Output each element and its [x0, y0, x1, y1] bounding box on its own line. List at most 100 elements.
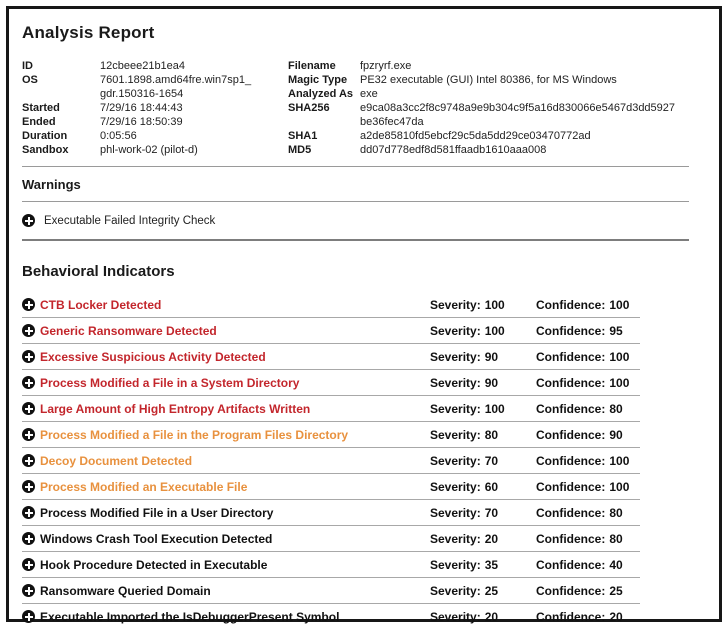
metadata-label: OS [22, 73, 100, 101]
confidence-value: 80 [609, 532, 622, 546]
expand-plus-icon[interactable] [22, 376, 35, 389]
confidence-metric: Confidence:100 [536, 350, 640, 364]
metadata-label: SHA1 [288, 129, 360, 143]
severity-value: 70 [485, 454, 498, 468]
indicator-row[interactable]: Process Modified a File in the Program F… [22, 422, 640, 448]
indicator-label: Process Modified File in a User Director… [40, 506, 273, 520]
indicator-row-left: Decoy Document Detected [22, 454, 430, 468]
severity-value: 90 [485, 376, 498, 390]
indicator-label: Ransomware Queried Domain [40, 584, 211, 598]
expand-plus-icon[interactable] [22, 558, 35, 571]
metadata-value: 7/29/16 18:44:43 [100, 101, 288, 115]
indicator-label: Hook Procedure Detected in Executable [40, 558, 267, 572]
confidence-value: 100 [609, 480, 629, 494]
indicator-row-left: Windows Crash Tool Execution Detected [22, 532, 430, 546]
confidence-label: Confidence: [536, 480, 605, 494]
confidence-label: Confidence: [536, 506, 605, 520]
expand-plus-icon[interactable] [22, 324, 35, 337]
severity-label: Severity: [430, 610, 481, 624]
confidence-label: Confidence: [536, 324, 605, 338]
indicator-row-left: Hook Procedure Detected in Executable [22, 558, 430, 572]
confidence-metric: Confidence:100 [536, 454, 640, 468]
confidence-label: Confidence: [536, 428, 605, 442]
severity-value: 100 [485, 324, 505, 338]
metadata-value: fpzryrf.exe [360, 59, 699, 73]
expand-plus-icon[interactable] [22, 584, 35, 597]
indicator-row[interactable]: Process Modified an Executable File Seve… [22, 474, 640, 500]
indicator-label: Process Modified a File in the Program F… [40, 428, 348, 442]
indicator-row[interactable]: Generic Ransomware Detected Severity:100… [22, 318, 640, 344]
expand-plus-icon[interactable] [22, 610, 35, 623]
severity-value: 70 [485, 506, 498, 520]
expand-plus-icon[interactable] [22, 214, 35, 227]
severity-label: Severity: [430, 584, 481, 598]
severity-value: 25 [485, 584, 498, 598]
metadata-label: Magic Type [288, 73, 360, 87]
severity-metric: Severity:100 [430, 324, 536, 338]
severity-metric: Severity: 25 [430, 584, 536, 598]
metadata-label: Started [22, 101, 100, 115]
confidence-value: 25 [609, 584, 622, 598]
indicator-row-left: Executable Imported the IsDebuggerPresen… [22, 610, 430, 624]
severity-value: 90 [485, 350, 498, 364]
indicator-row-left: Process Modified a File in the Program F… [22, 428, 430, 442]
severity-label: Severity: [430, 480, 481, 494]
confidence-label: Confidence: [536, 584, 605, 598]
indicator-row-left: Process Modified an Executable File [22, 480, 430, 494]
severity-metric: Severity:100 [430, 402, 536, 416]
expand-plus-icon[interactable] [22, 506, 35, 519]
expand-plus-icon[interactable] [22, 350, 35, 363]
indicator-row[interactable]: Hook Procedure Detected in Executable Se… [22, 552, 640, 578]
expand-plus-icon[interactable] [22, 454, 35, 467]
severity-metric: Severity:100 [430, 298, 536, 312]
indicator-row[interactable]: Large Amount of High Entropy Artifacts W… [22, 396, 640, 422]
severity-metric: Severity:70 [430, 454, 536, 468]
indicator-row[interactable]: Process Modified a File in a System Dire… [22, 370, 640, 396]
confidence-metric: Confidence:80 [536, 506, 640, 520]
confidence-label: Confidence: [536, 532, 605, 546]
indicator-row[interactable]: Windows Crash Tool Execution Detected Se… [22, 526, 640, 552]
indicator-row[interactable]: Ransomware Queried Domain Severity: 25 Co… [22, 578, 640, 604]
behavioral-indicators-list: CTB Locker Detected Severity:100 Confide… [22, 292, 640, 629]
severity-label: Severity: [430, 558, 481, 572]
metadata-label: SHA256 [288, 101, 360, 129]
confidence-value: 100 [609, 454, 629, 468]
severity-metric: Severity:20 [430, 610, 536, 624]
confidence-value: 100 [609, 350, 629, 364]
expand-plus-icon[interactable] [22, 298, 35, 311]
indicator-row[interactable]: CTB Locker Detected Severity:100 Confide… [22, 292, 640, 318]
expand-plus-icon[interactable] [22, 402, 35, 415]
metadata-value: 7601.1898.amd64fre.win7sp1_ gdr.150316-1… [100, 73, 288, 101]
indicator-row-left: Process Modified File in a User Director… [22, 506, 430, 520]
indicator-row[interactable]: Executable Imported the IsDebuggerPresen… [22, 604, 640, 629]
confidence-value: 40 [609, 558, 622, 572]
expand-plus-icon[interactable] [22, 428, 35, 441]
indicator-row[interactable]: Process Modified File in a User Director… [22, 500, 640, 526]
indicator-label: Windows Crash Tool Execution Detected [40, 532, 272, 546]
confidence-metric: Confidence:40 [536, 558, 640, 572]
divider [22, 166, 689, 167]
warning-item[interactable]: Executable Failed Integrity Check [22, 202, 699, 239]
indicator-label: Generic Ransomware Detected [40, 324, 217, 338]
indicator-row[interactable]: Decoy Document Detected Severity:70 Conf… [22, 448, 640, 474]
expand-plus-icon[interactable] [22, 532, 35, 545]
confidence-metric: Confidence:80 [536, 402, 640, 416]
confidence-label: Confidence: [536, 298, 605, 312]
indicator-row-left: Ransomware Queried Domain [22, 584, 430, 598]
indicator-label: CTB Locker Detected [40, 298, 161, 312]
behavioral-indicators-heading: Behavioral Indicators [22, 263, 699, 280]
indicator-row-left: Large Amount of High Entropy Artifacts W… [22, 402, 430, 416]
severity-label: Severity: [430, 402, 481, 416]
confidence-value: 20 [609, 610, 622, 624]
severity-label: Severity: [430, 376, 481, 390]
confidence-value: 100 [609, 298, 629, 312]
severity-label: Severity: [430, 532, 481, 546]
severity-value: 35 [485, 558, 498, 572]
indicator-row[interactable]: Excessive Suspicious Activity Detected S… [22, 344, 640, 370]
metadata-value: phl-work-02 (pilot-d) [100, 143, 288, 157]
metadata-value: 7/29/16 18:50:39 [100, 115, 288, 129]
expand-plus-icon[interactable] [22, 480, 35, 493]
confidence-value: 95 [609, 324, 622, 338]
severity-metric: Severity:60 [430, 480, 536, 494]
confidence-metric: Confidence: 95 [536, 324, 640, 338]
